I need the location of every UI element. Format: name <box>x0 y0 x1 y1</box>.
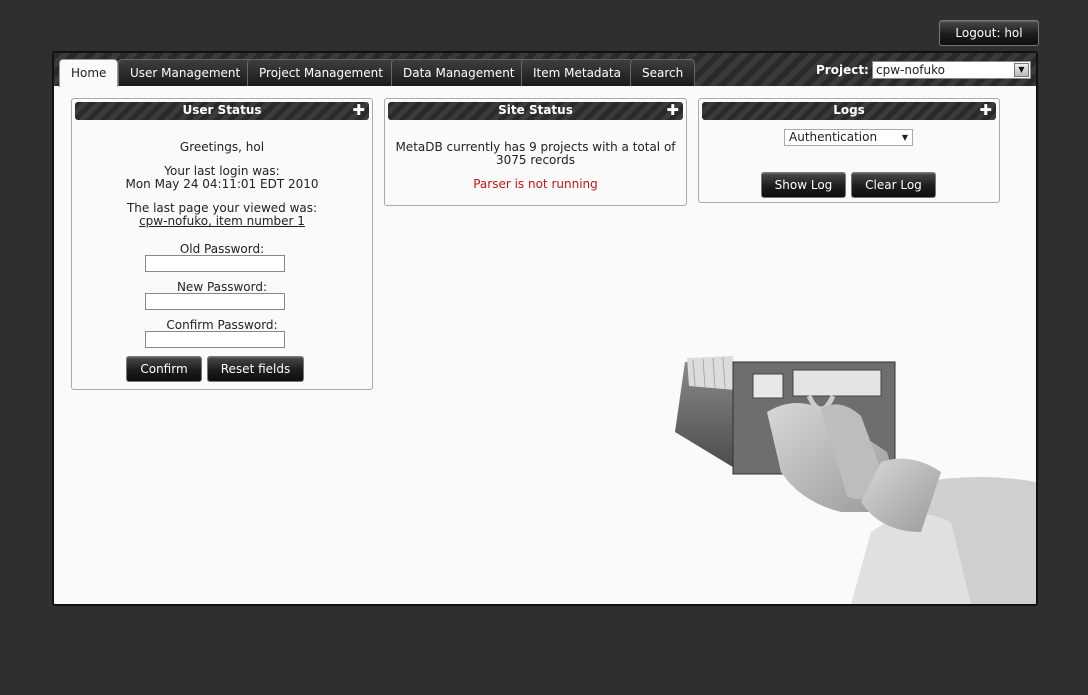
greeting: Greetings, hol <box>179 140 265 154</box>
tab-user-management[interactable]: User Management <box>118 59 253 86</box>
tab-project-management[interactable]: Project Management <box>247 59 395 86</box>
site-status-header: Site Status ✚ <box>388 102 683 120</box>
logs-title: Logs <box>833 103 865 117</box>
reset-fields-button[interactable]: Reset fields <box>207 356 304 382</box>
chevron-down-icon: ▼ <box>901 133 908 142</box>
card-catalog-photo <box>675 356 1036 604</box>
site-summary-line2: 3075 records <box>496 153 575 167</box>
main-frame: Home User Management Project Management … <box>52 51 1038 606</box>
confirm-button[interactable]: Confirm <box>126 356 202 382</box>
log-type-value: Authentication <box>789 130 878 144</box>
project-select-value: cpw-nofuko <box>876 63 945 77</box>
tab-bar: Home User Management Project Management … <box>54 53 1036 87</box>
user-status-title: User Status <box>182 103 262 117</box>
tab-data-management[interactable]: Data Management <box>391 59 527 86</box>
plus-icon[interactable]: ✚ <box>979 102 992 119</box>
user-status-header: User Status ✚ <box>75 102 369 120</box>
clear-log-button[interactable]: Clear Log <box>851 172 936 198</box>
tab-home[interactable]: Home <box>59 59 119 87</box>
project-label: Project: <box>816 63 869 77</box>
project-select[interactable]: cpw-nofuko ▼ <box>872 61 1031 79</box>
logs-header: Logs ✚ <box>702 102 996 120</box>
logout-button[interactable]: Logout: hol <box>939 20 1039 46</box>
old-password-input[interactable] <box>145 255 285 272</box>
site-status-panel: Site Status ✚ MetaDB currently has 9 pro… <box>384 98 687 206</box>
plus-icon[interactable]: ✚ <box>352 102 365 119</box>
chevron-down-icon[interactable]: ▼ <box>1014 63 1029 77</box>
confirm-password-input[interactable] <box>145 331 285 348</box>
last-page-link[interactable]: cpw-nofuko, item number 1 <box>139 214 305 228</box>
site-status-title: Site Status <box>498 103 573 117</box>
last-login-value: Mon May 24 04:11:01 EDT 2010 <box>125 177 319 191</box>
user-status-panel: User Status ✚ Greetings, hol Your last l… <box>71 98 373 390</box>
parser-status: Parser is not running <box>473 177 598 191</box>
new-password-input[interactable] <box>145 293 285 310</box>
log-type-select[interactable]: Authentication ▼ <box>784 129 913 146</box>
plus-icon[interactable]: ✚ <box>666 102 679 119</box>
logs-panel: Logs ✚ Authentication ▼ Show Log Clear L… <box>698 98 1000 203</box>
show-log-button[interactable]: Show Log <box>761 172 846 198</box>
tab-search[interactable]: Search <box>630 59 696 86</box>
tab-item-metadata[interactable]: Item Metadata <box>521 59 633 86</box>
